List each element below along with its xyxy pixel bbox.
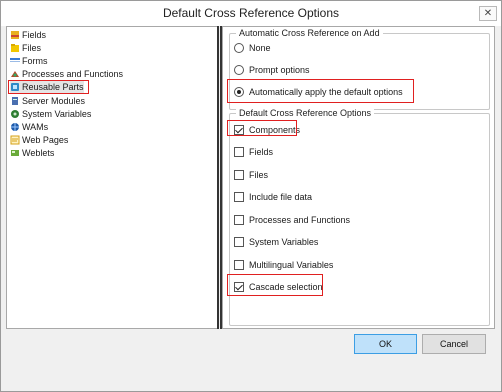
checkbox-system-variables[interactable]: System Variables <box>234 236 318 248</box>
tree-item-processes[interactable]: Processes and Functions <box>10 68 123 80</box>
tree-label: Processes and Functions <box>22 69 124 79</box>
radio-auto-apply[interactable]: Automatically apply the default options <box>234 86 403 98</box>
tree-label: Forms <box>22 56 48 66</box>
radio-button-selected[interactable] <box>234 87 244 97</box>
close-button[interactable]: ✕ <box>479 6 497 21</box>
option-label: Cascade selection <box>249 282 323 292</box>
option-label: None <box>249 43 271 53</box>
tree-item-wams[interactable]: WAMs <box>10 121 48 133</box>
wams-icon <box>10 122 20 132</box>
checkbox-processes-functions[interactable]: Processes and Functions <box>234 214 350 226</box>
files-icon <box>10 43 20 53</box>
title-bar: Default Cross Reference Options ✕ <box>1 1 501 26</box>
checkbox[interactable] <box>234 147 244 157</box>
checkbox-include-file-data[interactable]: Include file data <box>234 191 312 203</box>
checkbox-files[interactable]: Files <box>234 169 268 181</box>
reusable-parts-icon <box>10 82 20 92</box>
web-pages-icon <box>10 135 20 145</box>
fields-icon <box>10 30 20 40</box>
tree-item-reusable-parts[interactable]: Reusable Parts <box>10 81 84 93</box>
checkbox-fields[interactable]: Fields <box>234 146 273 158</box>
options-panel: Automatic Cross Reference on Add None Pr… <box>222 26 495 329</box>
option-label: Include file data <box>249 192 313 202</box>
tree-item-files[interactable]: Files <box>10 42 41 54</box>
system-variables-icon <box>10 109 20 119</box>
checkbox-multilingual-variables[interactable]: Multilingual Variables <box>234 259 333 271</box>
radio-prompt-options[interactable]: Prompt options <box>234 64 310 76</box>
option-label: Automatically apply the default options <box>249 87 403 97</box>
option-label: System Variables <box>249 237 319 247</box>
dialog-window: Default Cross Reference Options ✕ Fields… <box>0 0 502 392</box>
tree-item-weblets[interactable]: Weblets <box>10 147 54 159</box>
radio-button[interactable] <box>234 43 244 53</box>
group-title: Default Cross Reference Options <box>236 108 375 118</box>
checkbox-cascade-selection[interactable]: Cascade selection <box>234 281 323 293</box>
tree-item-server-modules[interactable]: Server Modules <box>10 95 85 107</box>
splitter-line-left[interactable] <box>217 26 219 329</box>
tree-item-system-variables[interactable]: System Variables <box>10 108 91 120</box>
option-label: Components <box>249 125 301 135</box>
tree-label: Reusable Parts <box>22 82 84 92</box>
option-label: Multilingual Variables <box>249 260 334 270</box>
dialog-title: Default Cross Reference Options <box>162 6 340 20</box>
object-type-tree: Fields Files Forms Processes and Functio… <box>6 26 219 329</box>
tree-item-web-pages[interactable]: Web Pages <box>10 134 68 146</box>
server-modules-icon <box>10 96 20 106</box>
checkbox[interactable] <box>234 260 244 270</box>
tree-label: Web Pages <box>22 135 69 145</box>
option-label: Processes and Functions <box>249 215 351 225</box>
tree-label: Files <box>22 43 42 53</box>
cancel-button[interactable]: Cancel <box>422 334 486 354</box>
tree-item-forms[interactable]: Forms <box>10 55 48 67</box>
radio-button[interactable] <box>234 65 244 75</box>
checkbox[interactable] <box>234 170 244 180</box>
auto-cross-reference-group: Automatic Cross Reference on Add None Pr… <box>229 28 490 110</box>
forms-icon <box>10 56 20 66</box>
tree-label: Weblets <box>22 148 55 158</box>
group-title: Automatic Cross Reference on Add <box>236 28 383 38</box>
default-options-group: Default Cross Reference Options Componen… <box>229 108 490 326</box>
option-label: Prompt options <box>249 65 310 75</box>
weblets-icon <box>10 148 20 158</box>
tree-label: Server Modules <box>22 96 86 106</box>
checkbox-checked[interactable] <box>234 125 244 135</box>
checkbox-components[interactable]: Components <box>234 124 300 136</box>
tree-label: Fields <box>22 30 47 40</box>
tree-item-fields[interactable]: Fields <box>10 29 46 41</box>
tree-label: System Variables <box>22 109 92 119</box>
checkbox[interactable] <box>234 237 244 247</box>
checkbox[interactable] <box>234 215 244 225</box>
ok-button[interactable]: OK <box>354 334 417 354</box>
checkbox[interactable] <box>234 192 244 202</box>
option-label: Files <box>249 170 269 180</box>
checkbox-checked[interactable] <box>234 282 244 292</box>
processes-icon <box>10 69 20 79</box>
tree-label: WAMs <box>22 122 49 132</box>
radio-none[interactable]: None <box>234 42 271 54</box>
option-label: Fields <box>249 147 274 157</box>
